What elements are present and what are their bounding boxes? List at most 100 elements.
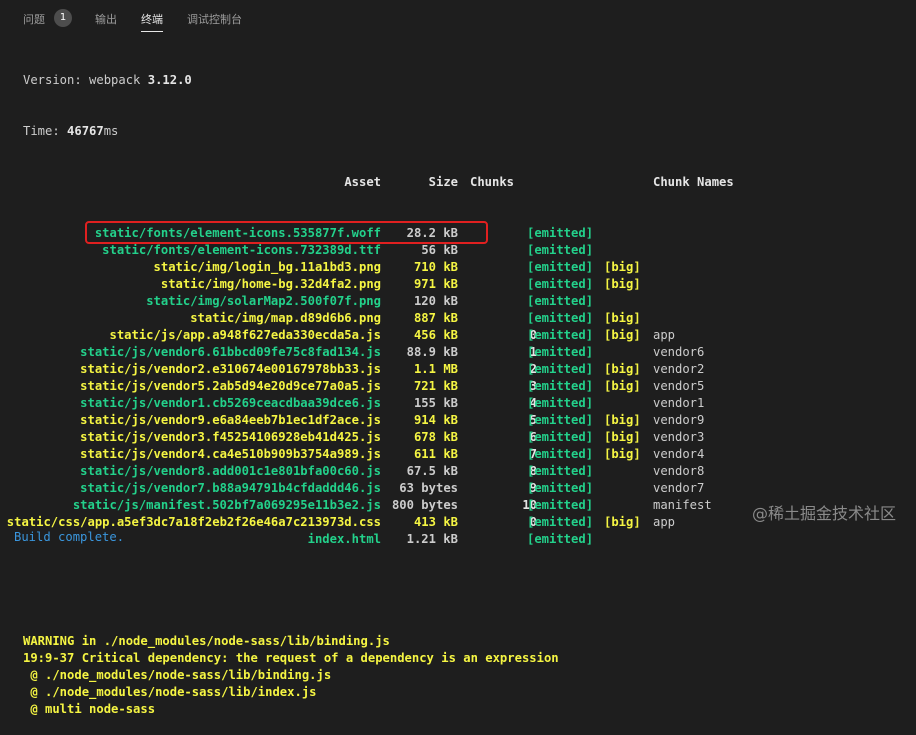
asset-row: static/js/vendor7.b88a94791b4cfdaddd46.j… [23, 480, 916, 497]
asset-size: 611 kB [413, 447, 458, 461]
asset-size: 155 kB [413, 396, 458, 410]
chunk-name: vendor5 [653, 379, 705, 393]
emitted-tag: [emitted] [527, 396, 594, 410]
asset-row: static/img/solarMap2.500f07f.png 120 kB [e… [23, 293, 916, 310]
big-tag: [big] [604, 328, 641, 342]
warning-line: @ ./node_modules/node-sass/lib/index.js [23, 685, 317, 699]
tab-terminal[interactable]: 终端 [141, 11, 163, 32]
asset-row: static/js/vendor9.e6a84eeb7b1ec1df2ace.j… [23, 412, 916, 429]
table-header: Asset Size Chunks Chunk Names [23, 174, 916, 191]
asset-name: static/js/vendor8.add001c1e801bfa00c60.j… [80, 464, 381, 478]
time-value: 46767 [67, 124, 104, 138]
emitted-tag: [emitted] [527, 226, 594, 240]
asset-size: 88.9 kB [406, 345, 458, 359]
time-line: Time: 46767ms [23, 123, 916, 140]
asset-row: index.html 1.21 kB [emitted] [23, 531, 916, 548]
panel-tab-bar: 问题 1 输出 终端 调试控制台 [0, 0, 916, 36]
asset-size: 28.2 kB [406, 226, 458, 240]
asset-name: static/js/vendor2.e310674e00167978bb33.j… [80, 362, 381, 376]
chunk-name: vendor2 [653, 362, 705, 376]
big-tag: [big] [604, 260, 641, 274]
asset-row: static/fonts/element-icons.732389d.ttf 56… [23, 242, 916, 259]
version-prefix: Version: webpack [23, 73, 148, 87]
tab-output[interactable]: 输出 [95, 11, 117, 27]
big-tag: [big] [604, 311, 641, 325]
asset-size: 1.21 kB [406, 532, 458, 546]
asset-row: static/js/vendor3.f45254106928eb41d425.j… [23, 429, 916, 446]
asset-size: 914 kB [413, 413, 458, 427]
emitted-tag: [emitted] [527, 413, 594, 427]
asset-name: static/img/home-bg.32d4fa2.png [160, 277, 381, 291]
asset-size: 67.5 kB [406, 464, 458, 478]
emitted-tag: [emitted] [527, 498, 594, 512]
asset-row: static/img/home-bg.32d4fa2.png 971 kB [emi… [23, 276, 916, 293]
emitted-tag: [emitted] [527, 277, 594, 291]
header-chunk-names: Chunk Names [653, 175, 734, 189]
warning-block: WARNING in ./node_modules/node-sass/lib/… [23, 633, 916, 718]
chunk-name: vendor3 [653, 430, 705, 444]
header-size: Size [428, 175, 458, 189]
asset-name: static/js/vendor7.b88a94791b4cfdaddd46.j… [80, 481, 381, 495]
asset-row: static/js/vendor1.cb5269ceacdbaa39dce6.j… [23, 395, 916, 412]
warning-line: @ ./node_modules/node-sass/lib/binding.j… [23, 668, 332, 682]
terminal-output[interactable]: Version: webpack 3.12.0 Time: 46767ms As… [7, 38, 916, 735]
emitted-tag: [emitted] [527, 345, 594, 359]
emitted-tag: [emitted] [527, 430, 594, 444]
asset-size: 413 kB [413, 515, 458, 529]
asset-name: static/img/login_bg.11a1bd3.png [153, 260, 381, 274]
asset-name: static/js/vendor1.cb5269ceacdbaa39dce6.j… [80, 396, 381, 410]
asset-row: static/img/login_bg.11a1bd3.png 710 kB [em… [23, 259, 916, 276]
warning-line: 19:9-37 Critical dependency: the request… [23, 651, 559, 665]
emitted-tag: [emitted] [527, 447, 594, 461]
emitted-tag: [emitted] [527, 515, 594, 529]
asset-name: static/js/app.a948f627eda330ecda5a.js [109, 328, 382, 342]
asset-row: static/js/vendor8.add001c1e801bfa00c60.j… [23, 463, 916, 480]
asset-row: static/js/vendor2.e310674e00167978bb33.j… [23, 361, 916, 378]
big-tag: [big] [604, 447, 641, 461]
problems-count-badge: 1 [54, 9, 72, 27]
big-tag: [big] [604, 379, 641, 393]
emitted-tag: [emitted] [527, 362, 594, 376]
emitted-tag: [emitted] [527, 260, 594, 274]
big-tag: [big] [604, 515, 641, 529]
asset-size: 456 kB [413, 328, 458, 342]
version-line: Version: webpack 3.12.0 [23, 72, 916, 89]
asset-size: 800 bytes [391, 498, 458, 512]
asset-size: 63 bytes [399, 481, 458, 495]
asset-name: static/js/vendor5.2ab5d94e20d9ce77a0a5.j… [80, 379, 381, 393]
asset-name: static/js/vendor4.ca4e510b909b3754a989.j… [80, 447, 381, 461]
asset-row: static/img/map.d89d6b6.png 887 kB [emitted… [23, 310, 916, 327]
asset-row: static/fonts/element-icons.535877f.woff 2… [23, 225, 916, 242]
emitted-tag: [emitted] [527, 294, 594, 308]
tab-problems[interactable]: 问题 [23, 11, 45, 27]
emitted-tag: [emitted] [527, 464, 594, 478]
chunk-name: vendor9 [653, 413, 705, 427]
asset-row: static/js/app.a948f627eda330ecda5a.js 456… [23, 327, 916, 344]
time-unit: ms [103, 124, 119, 138]
tab-debug-console[interactable]: 调试控制台 [187, 11, 242, 27]
big-tag: [big] [604, 413, 641, 427]
warning-line: WARNING in ./node_modules/node-sass/lib/… [23, 634, 390, 648]
asset-size: 678 kB [413, 430, 458, 444]
chunk-name: app [653, 328, 676, 342]
asset-name: static/css/app.a5ef3dc7a18f2eb2f26e46a7c… [6, 515, 381, 529]
chunk-name: vendor6 [653, 345, 705, 359]
asset-name: index.html [307, 532, 381, 546]
big-tag: [big] [604, 430, 641, 444]
asset-size: 120 kB [413, 294, 458, 308]
asset-name: static/fonts/element-icons.732389d.ttf [102, 243, 381, 257]
asset-size: 971 kB [413, 277, 458, 291]
emitted-tag: [emitted] [527, 481, 594, 495]
asset-row: static/js/vendor6.61bbcd09fe75c8fad134.j… [23, 344, 916, 361]
asset-name: static/img/solarMap2.500f07f.png [146, 294, 381, 308]
emitted-tag: [emitted] [527, 532, 594, 546]
asset-row: static/js/vendor4.ca4e510b909b3754a989.j… [23, 446, 916, 463]
warning-line: @ multi node-sass [23, 702, 156, 716]
asset-name: static/js/vendor3.f45254106928eb41d425.j… [80, 430, 381, 444]
chunk-name: vendor7 [653, 481, 705, 495]
chunk-name: vendor4 [653, 447, 705, 461]
emitted-tag: [emitted] [527, 379, 594, 393]
chunk-name: manifest [653, 498, 712, 512]
asset-size: 887 kB [413, 311, 458, 325]
